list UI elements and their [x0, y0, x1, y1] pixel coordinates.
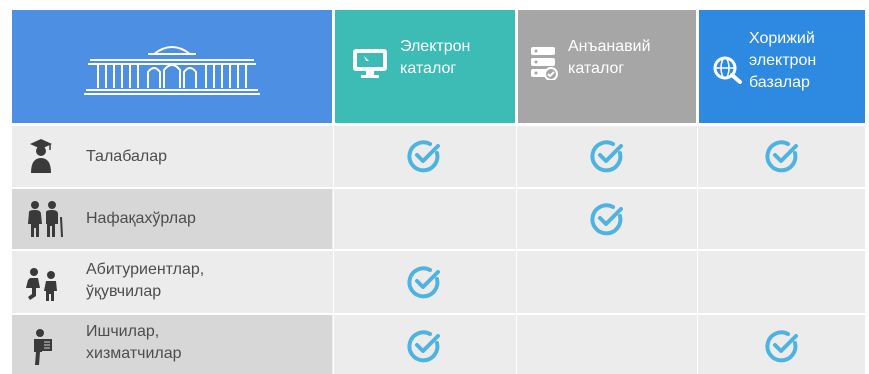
column-header-label: Хорижий электрон базалар	[749, 30, 817, 91]
check-icon	[765, 330, 798, 363]
check-icon	[590, 140, 623, 173]
column-divider	[697, 126, 698, 374]
row-label: Талабалар	[86, 148, 168, 165]
globe-search-icon	[713, 56, 742, 84]
column-divider	[516, 126, 517, 374]
check-icon	[407, 330, 440, 363]
column-divider	[333, 126, 334, 374]
column-header-electronic-catalog[interactable]: Электрон каталог	[335, 10, 515, 123]
row-label: Ишчилар, хизматчилар	[86, 323, 182, 362]
applicants-pupils-icon	[26, 268, 57, 301]
column-header-label: Электрон каталог	[400, 38, 471, 77]
monitor-icon	[353, 49, 387, 78]
check-icon	[590, 203, 623, 236]
column-header-traditional-catalog[interactable]: Анъанавий каталог	[518, 10, 696, 123]
row-label: Абитуриентлар, ўқувчилар	[86, 261, 205, 300]
row-label: Нафақахўрлар	[86, 210, 196, 227]
university-building-icon	[84, 46, 260, 95]
elderly-couple-icon	[28, 201, 63, 238]
column-header-foreign-databases[interactable]: Хорижий электрон базалар	[699, 10, 865, 123]
column-header-label: Анъанавий каталог	[568, 38, 651, 77]
check-icon	[407, 140, 440, 173]
worker-icon	[34, 329, 52, 365]
header-building-cell	[12, 10, 332, 123]
check-icon	[407, 266, 440, 299]
check-icon	[765, 140, 798, 173]
graduate-student-icon	[30, 139, 52, 173]
database-server-icon	[531, 47, 558, 80]
